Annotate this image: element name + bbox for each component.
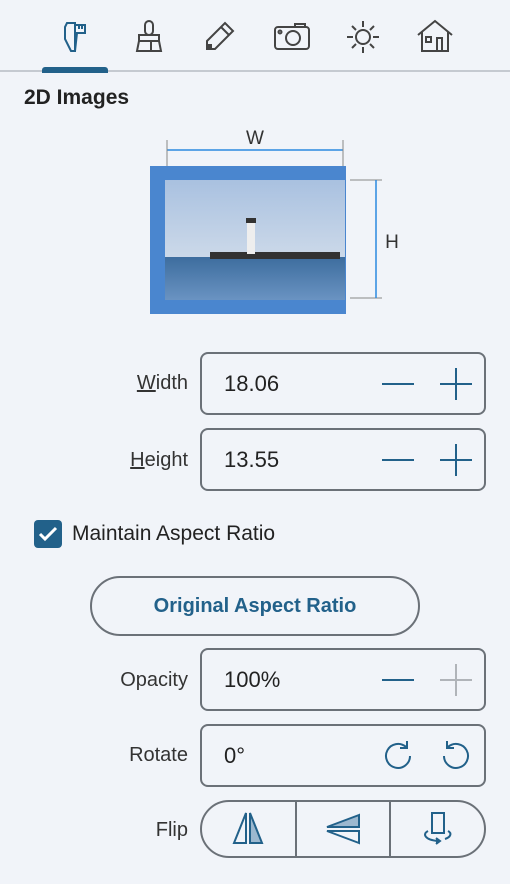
active-tab-indicator xyxy=(42,67,108,73)
opacity-field[interactable]: 100% xyxy=(200,648,486,711)
rotate-label: Rotate xyxy=(129,744,188,766)
width-label: Width xyxy=(136,372,188,394)
plus-icon[interactable] xyxy=(438,366,474,402)
house-icon xyxy=(417,19,453,52)
tab-dimensions[interactable] xyxy=(48,14,102,60)
image-preview: W H xyxy=(150,130,399,314)
rotate-counterclockwise-icon[interactable] xyxy=(438,738,474,774)
pencil-icon xyxy=(206,21,235,50)
rotate-field[interactable]: 0° xyxy=(200,724,486,787)
tool-tabs xyxy=(0,0,510,73)
caliper-icon xyxy=(64,22,86,52)
original-aspect-ratio-button[interactable]: Original Aspect Ratio xyxy=(90,576,420,636)
width-value[interactable]: 18.06 xyxy=(224,371,279,397)
tab-brush[interactable] xyxy=(122,14,176,60)
height-value[interactable]: 13.55 xyxy=(224,447,279,473)
flip-vertical-button[interactable] xyxy=(294,802,390,856)
opacity-value[interactable]: 100% xyxy=(224,667,280,693)
minus-icon[interactable] xyxy=(380,366,416,402)
checkmark-icon xyxy=(38,526,58,542)
plus-icon-disabled xyxy=(440,664,472,696)
tab-camera[interactable] xyxy=(264,14,318,60)
flip-label: Flip xyxy=(155,819,188,841)
height-dimension-label: H xyxy=(385,232,399,253)
flip-horizontal-icon xyxy=(232,812,264,844)
minus-icon[interactable] xyxy=(380,442,416,478)
flip-group xyxy=(200,800,486,858)
flip-horizontal-button[interactable] xyxy=(202,802,295,856)
width-field[interactable]: 18.06 xyxy=(200,352,486,415)
opacity-label: Opacity xyxy=(120,669,188,691)
rotate-clockwise-icon[interactable] xyxy=(380,738,416,774)
minus-icon[interactable] xyxy=(380,662,416,698)
width-dimension-label: W xyxy=(246,130,264,149)
flip-rotate-3d-icon xyxy=(423,812,452,845)
height-field[interactable]: 13.55 xyxy=(200,428,486,491)
plus-icon[interactable] xyxy=(438,442,474,478)
section-title: 2D Images xyxy=(24,86,130,109)
flip-vertical-icon xyxy=(326,813,360,845)
maintain-aspect-label[interactable]: Maintain Aspect Ratio xyxy=(72,522,275,546)
tab-house[interactable] xyxy=(408,14,462,60)
brush-icon xyxy=(135,20,163,52)
height-label: Height xyxy=(130,449,188,471)
flip-3d-button[interactable] xyxy=(389,802,484,856)
tab-lighting[interactable] xyxy=(336,14,390,60)
rotate-value[interactable]: 0° xyxy=(224,743,245,769)
camera-icon xyxy=(274,23,310,50)
sun-icon xyxy=(347,21,379,53)
tab-pencil[interactable] xyxy=(192,14,246,60)
maintain-aspect-checkbox[interactable] xyxy=(34,520,62,548)
